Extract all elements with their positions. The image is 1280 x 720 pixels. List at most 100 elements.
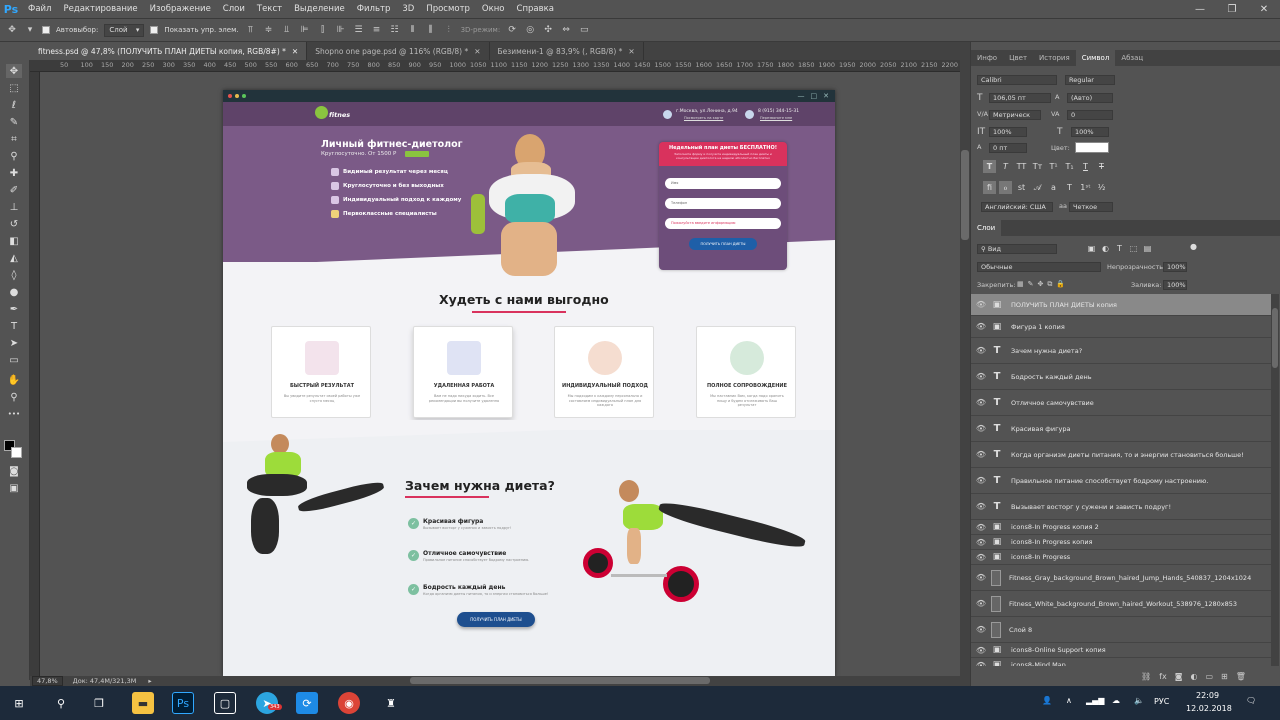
language-indicator[interactable]: РУС xyxy=(1154,697,1169,706)
titling-icon[interactable]: T xyxy=(1063,181,1076,194)
3d-scale-icon[interactable]: ▭ xyxy=(578,24,590,36)
menu-select[interactable]: Выделение xyxy=(288,4,351,14)
align-left-icon[interactable]: ⊫ xyxy=(299,24,311,36)
close-icon[interactable]: ✕ xyxy=(474,47,480,56)
tab-layers[interactable]: Слои xyxy=(971,220,1002,236)
visibility-eye-icon[interactable]: 👁 xyxy=(971,538,991,547)
close-icon[interactable]: ✕ xyxy=(1248,4,1280,15)
visibility-eye-icon[interactable]: 👁 xyxy=(971,661,991,667)
opacity-input[interactable]: 100% xyxy=(1163,262,1187,272)
filter-toggle-icon[interactable]: ● xyxy=(1187,240,1200,253)
swash-icon[interactable]: 𝒜 xyxy=(1031,181,1044,194)
layer-row[interactable]: 👁 ▣ icons8-In Progress копия 2 xyxy=(971,520,1271,535)
move-tool-icon[interactable]: ✥ xyxy=(6,64,22,78)
layer-row[interactable]: 👁 Слой 8 xyxy=(971,617,1271,643)
screen-mode-icon[interactable]: ▣ xyxy=(6,481,22,495)
zoom-level[interactable]: 47,8% xyxy=(32,676,63,686)
distribute-top-icon[interactable]: ☰ xyxy=(353,24,365,36)
3d-rotate-icon[interactable]: ⟳ xyxy=(506,24,518,36)
layer-row[interactable]: 👁 ▣ Фигура 1 копия xyxy=(971,316,1271,338)
text-color-swatch[interactable] xyxy=(1075,142,1109,153)
layer-row[interactable]: 👁 T Правильное питание способствует бодром… xyxy=(971,468,1271,494)
delete-layer-icon[interactable]: 🗑 xyxy=(1236,672,1246,684)
layer-row[interactable]: 👁 ▣ icons8-Mind Map xyxy=(971,658,1271,666)
visibility-eye-icon[interactable]: 👁 xyxy=(971,322,991,331)
brush-tool-icon[interactable]: ✐ xyxy=(6,183,22,197)
link-layers-icon[interactable]: ⛓ xyxy=(1141,672,1151,684)
tab-character[interactable]: Символ xyxy=(1075,50,1116,66)
layer-style-icon[interactable]: fx xyxy=(1159,672,1167,684)
chevron-down-icon[interactable]: ▾ xyxy=(24,24,36,36)
3d-pan-icon[interactable]: ✣ xyxy=(542,24,554,36)
eyedropper-tool-icon[interactable]: ⚲ xyxy=(6,149,22,163)
adjustment-layer-icon[interactable]: ◐ xyxy=(1190,672,1197,684)
filter-type-icon[interactable]: T xyxy=(1113,242,1126,255)
faux-italic-icon[interactable]: T xyxy=(999,160,1012,173)
pen-tool-icon[interactable]: ✒ xyxy=(6,302,22,316)
canvas-vertical-scrollbar[interactable] xyxy=(960,60,970,676)
healing-tool-icon[interactable]: ✚ xyxy=(6,166,22,180)
layer-row[interactable]: 👁 T Отличное самочувствие xyxy=(971,390,1271,416)
strikethrough-icon[interactable]: T xyxy=(1095,160,1108,173)
distribute-hcenter-icon[interactable]: ⫼ xyxy=(425,24,437,36)
info-input[interactable]: Пожалуйста введите информацию xyxy=(665,218,781,229)
tab-shopno[interactable]: Shopno one page.psd @ 116% (RGB/8) * ✕ xyxy=(307,42,490,60)
menu-edit[interactable]: Редактирование xyxy=(57,4,143,14)
layer-row[interactable]: 👁 Fitness_Gray_background_Brown_haired_Ju… xyxy=(971,565,1271,591)
faux-bold-icon[interactable]: T xyxy=(983,160,996,173)
visibility-eye-icon[interactable]: 👁 xyxy=(971,476,991,485)
autoselect-dropdown[interactable]: Слой ▾ xyxy=(104,23,145,37)
tab-untitled[interactable]: Безимени-1 @ 83,9% (, RGB/8) * ✕ xyxy=(490,42,644,60)
discretionary-ligatures-icon[interactable]: st xyxy=(1015,181,1028,194)
map-link[interactable]: Посмотреть на карте xyxy=(684,116,723,120)
tracking-input[interactable]: 0 xyxy=(1067,110,1113,120)
gradient-tool-icon[interactable]: ◭ xyxy=(6,251,22,265)
tab-paragraph[interactable]: Абзац xyxy=(1115,50,1149,66)
visibility-eye-icon[interactable]: 👁 xyxy=(971,346,991,355)
status-arrow-icon[interactable]: ▸ xyxy=(148,677,151,685)
visibility-eye-icon[interactable]: 👁 xyxy=(971,573,991,582)
move-tool-icon[interactable]: ✥ xyxy=(6,24,18,36)
visibility-eye-icon[interactable]: 👁 xyxy=(971,523,991,532)
dodge-tool-icon[interactable]: ● xyxy=(6,285,22,299)
close-icon[interactable]: ✕ xyxy=(628,47,634,56)
visibility-eye-icon[interactable]: 👁 xyxy=(971,424,991,433)
app2-taskbar-icon[interactable]: ♜ xyxy=(380,692,402,714)
windows-start-icon[interactable]: ⊞ xyxy=(8,692,30,714)
quick-select-tool-icon[interactable]: ✎ xyxy=(6,115,22,129)
document-size[interactable]: Док: 47,4M/321,3M xyxy=(73,677,137,685)
lock-icons[interactable]: ▦✎✥⧉🔒 xyxy=(1017,280,1069,289)
tab-info[interactable]: Инфо xyxy=(971,50,1003,66)
restore-icon[interactable]: ❐ xyxy=(1216,4,1248,15)
baseline-input[interactable]: 0 пт xyxy=(989,143,1027,153)
zoom-tool-icon[interactable]: ⚲ xyxy=(6,390,22,404)
superscript-icon[interactable]: T¹ xyxy=(1047,160,1060,173)
menu-3d[interactable]: 3D xyxy=(396,4,420,14)
align-right-icon[interactable]: ⊪ xyxy=(335,24,347,36)
fill-input[interactable]: 100% xyxy=(1163,280,1187,290)
align-hcenter-icon[interactable]: ⫿ xyxy=(317,24,329,36)
font-style-select[interactable]: Regular xyxy=(1065,75,1115,85)
search-icon[interactable]: ⚲ xyxy=(50,692,72,714)
visibility-eye-icon[interactable]: 👁 xyxy=(971,553,991,562)
history-brush-icon[interactable]: ↺ xyxy=(6,217,22,231)
blend-mode-select[interactable]: Обычные xyxy=(977,262,1101,272)
tab-color[interactable]: Цвет xyxy=(1003,50,1033,66)
more-tools-icon[interactable]: ••• xyxy=(6,407,22,421)
language-select[interactable]: Английский: США xyxy=(981,202,1053,212)
name-input[interactable]: Имя xyxy=(665,178,781,189)
canvas-horizontal-scrollbar[interactable] xyxy=(410,677,710,684)
visibility-eye-icon[interactable]: 👁 xyxy=(971,502,991,511)
distribute-left-icon[interactable]: ⦀ xyxy=(407,24,419,36)
menu-layers[interactable]: Слои xyxy=(217,4,251,14)
underline-icon[interactable]: T xyxy=(1079,160,1092,173)
callback-link[interactable]: Перезвоните мне xyxy=(760,116,792,120)
horizontal-scale-input[interactable]: 100% xyxy=(1071,127,1109,137)
ordinals-icon[interactable]: 1ˢᵗ xyxy=(1079,181,1092,194)
notification-icon[interactable]: 🗨 xyxy=(1246,696,1256,705)
menu-text[interactable]: Текст xyxy=(251,4,288,14)
file-explorer-icon[interactable]: ▬ xyxy=(132,692,154,714)
small-caps-icon[interactable]: Tт xyxy=(1031,160,1044,173)
visibility-eye-icon[interactable]: 👁 xyxy=(971,398,991,407)
subscript-icon[interactable]: T₁ xyxy=(1063,160,1076,173)
